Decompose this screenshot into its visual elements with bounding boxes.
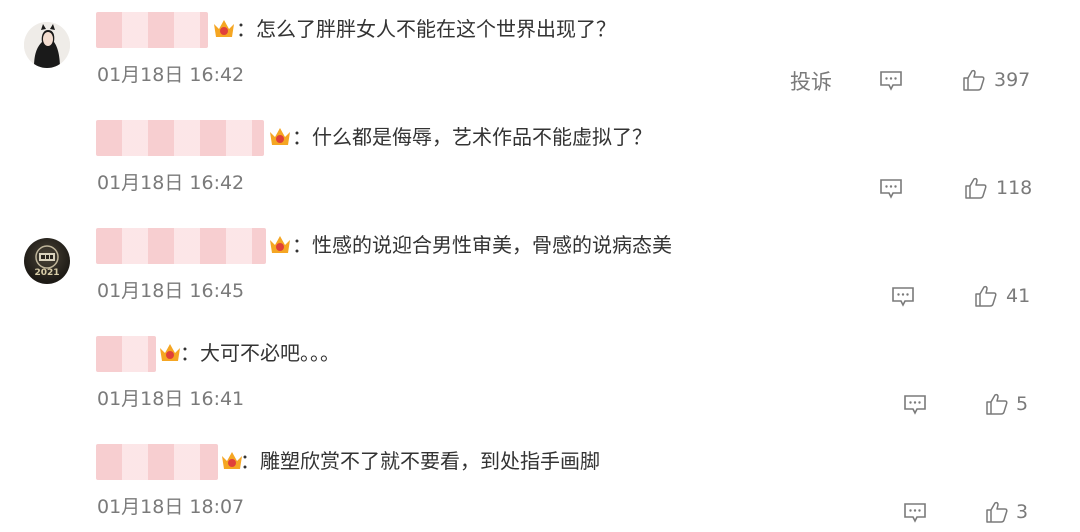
comment-date: 01月18日 18:07 [97, 496, 245, 518]
avatar[interactable] [24, 22, 70, 68]
thumbs-up-icon[interactable] [962, 68, 986, 92]
comment-item: 2021 ：性感的说迎合男性审美，骨感的说病态美 01月18日 16:45 41 [0, 216, 1080, 324]
comment-item: ：什么都是侮辱，艺术作品不能虚拟了？ 01月18日 16:42 118 [0, 108, 1080, 216]
comment-list: ：怎么了胖胖女人不能在这个世界出现了？ 01月18日 16:42 投诉 397 … [0, 0, 1080, 532]
avatar-label: 2021 [34, 268, 60, 278]
comment-text: ：性感的说迎合男性审美，骨感的说病态美 [292, 233, 672, 257]
username-redacted[interactable] [96, 120, 264, 156]
username-redacted[interactable] [96, 12, 208, 48]
comment-date: 01月18日 16:45 [97, 280, 245, 302]
comment-text: ：大可不必吧。。。 [180, 341, 340, 365]
reply-icon[interactable] [879, 70, 903, 92]
member-crown-badge-icon [214, 20, 234, 37]
like-count: 5 [1016, 393, 1029, 415]
comment-date: 01月18日 16:42 [97, 64, 245, 86]
thumbs-up-icon[interactable] [985, 392, 1009, 416]
like-count: 397 [994, 69, 1031, 91]
thumbs-up-icon[interactable] [985, 500, 1009, 524]
comment-text: ：什么都是侮辱，艺术作品不能虚拟了？ [292, 125, 652, 149]
report-button[interactable]: 投诉 [790, 66, 832, 96]
member-crown-badge-icon [270, 236, 290, 253]
comment-item: ：雕塑欣赏不了就不要看，到处指手画脚 01月18日 18:07 3 [0, 432, 1080, 532]
username-redacted[interactable] [96, 228, 266, 264]
reply-icon[interactable] [891, 286, 915, 308]
username-redacted[interactable] [96, 444, 218, 480]
comment-item: ：怎么了胖胖女人不能在这个世界出现了？ 01月18日 16:42 投诉 397 [0, 0, 1080, 108]
reply-icon[interactable] [879, 178, 903, 200]
avatar-image [24, 22, 70, 68]
member-crown-badge-icon [270, 128, 290, 145]
reply-icon[interactable] [903, 502, 927, 524]
comment-date: 01月18日 16:41 [97, 388, 245, 410]
thumbs-up-icon[interactable] [964, 176, 988, 200]
comment-item: ：大可不必吧。。。 01月18日 16:41 5 [0, 324, 1080, 432]
avatar[interactable]: 2021 [24, 238, 70, 284]
like-count: 41 [1006, 285, 1031, 307]
like-count: 118 [996, 177, 1033, 199]
comment-date: 01月18日 16:42 [97, 172, 245, 194]
like-count: 3 [1016, 501, 1029, 523]
reply-icon[interactable] [903, 394, 927, 416]
username-redacted[interactable] [96, 336, 156, 372]
thumbs-up-icon[interactable] [974, 284, 998, 308]
member-crown-badge-icon [160, 344, 180, 361]
comment-text: ：雕塑欣赏不了就不要看，到处指手画脚 [240, 449, 600, 473]
comment-text: ：怎么了胖胖女人不能在这个世界出现了？ [236, 17, 616, 41]
